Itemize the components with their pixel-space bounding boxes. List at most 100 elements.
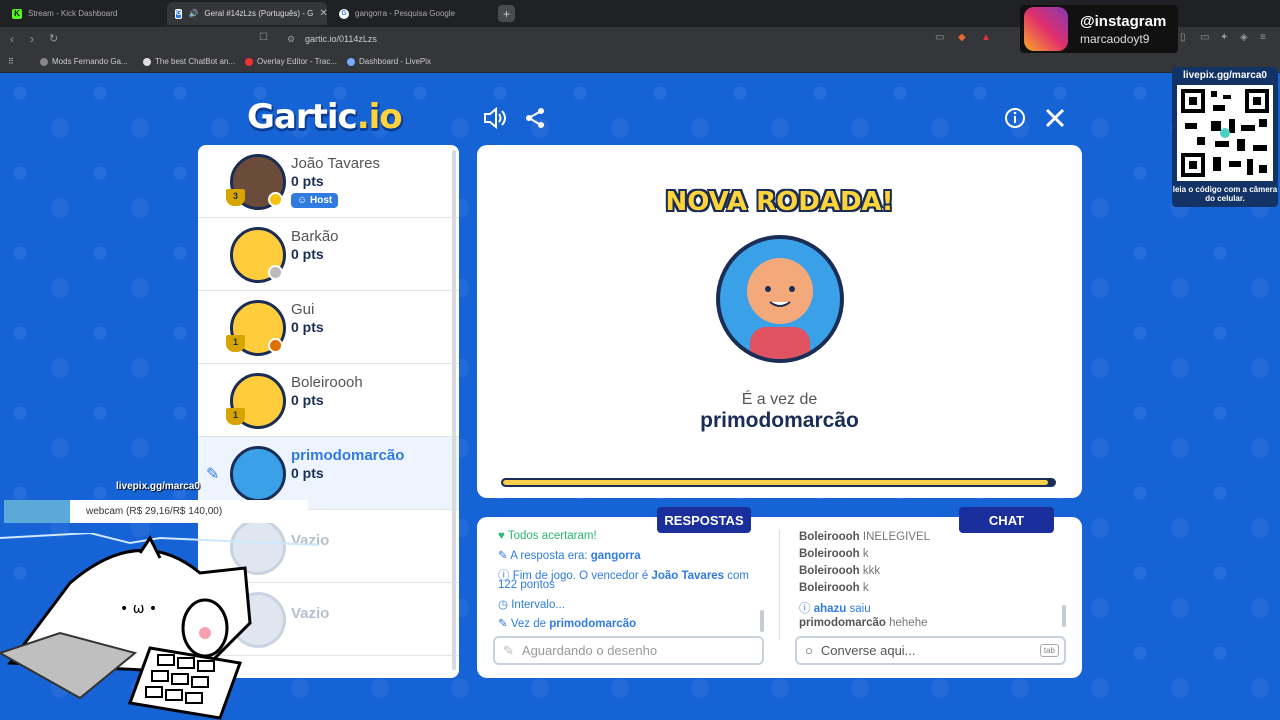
players-scrollbar[interactable] — [452, 150, 456, 670]
sound-icon[interactable] — [483, 106, 507, 133]
answer-message: ✎ A resposta era: gangorra — [498, 550, 641, 562]
kick-icon: K — [12, 8, 22, 19]
turn-label: É a vez de — [741, 391, 818, 408]
close-tab-icon[interactable]: ✕ — [319, 8, 327, 19]
round-title: NOVA RODADA! — [665, 187, 894, 217]
menu-icon[interactable]: ≡ — [1260, 32, 1266, 43]
drawer-avatar — [716, 235, 844, 363]
chat-scrollbar[interactable] — [1062, 605, 1066, 627]
status-dot — [268, 192, 283, 207]
answer-message: ◷ Intervalo... — [498, 599, 565, 611]
instagram-icon — [1024, 7, 1068, 51]
chat-header: CHAT — [959, 507, 1054, 533]
webcam-goal-bar: webcam (R$ 29,16/R$ 140,00) — [4, 500, 308, 523]
bookmarks-bar: ⠿ Mods Fernando Ga... The best ChatBot a… — [0, 53, 1280, 73]
tab-kick-dashboard[interactable]: K Stream - Kick Dashboard — [4, 2, 164, 25]
answer-message-line2: 122 pontos — [498, 579, 555, 591]
close-icon[interactable] — [1044, 107, 1066, 133]
svg-text:• ω •: • ω • — [120, 601, 157, 617]
player-row[interactable]: 3 João Tavares 0 pts ☺ Host — [198, 145, 459, 218]
status-dot — [268, 265, 283, 280]
rewards-icon[interactable]: ▲ — [981, 32, 991, 43]
instagram-label: @instagram — [1080, 13, 1167, 30]
qr-code — [1177, 85, 1273, 181]
answers-header: RESPOSTAS — [657, 507, 751, 533]
bookmark-livepix[interactable]: Dashboard - LivePix — [347, 57, 431, 66]
chat-message: primodomarcão hehehe — [799, 617, 928, 629]
qr-title: livepix.gg/marca0 — [1183, 70, 1267, 81]
player-row[interactable]: 1 Boleiroooh 0 pts — [198, 364, 459, 437]
answer-message: ✎ Vez de primodomarcão — [498, 618, 637, 630]
back-icon[interactable]: ‹ — [10, 32, 14, 46]
screen: { "browser": { "tabs": [ {"title": "Stre… — [0, 0, 1280, 720]
trophy-icon: 3 — [226, 189, 245, 206]
player-row[interactable]: Barkão 0 pts — [198, 218, 459, 291]
tab-key-hint: tab — [1039, 644, 1059, 657]
search-icon: ○ — [805, 643, 813, 658]
tab-google[interactable]: G gangorra - Pesquisa Google — [331, 2, 496, 25]
panel-divider — [779, 530, 780, 640]
chat-message: Boleiroooh k — [799, 548, 869, 560]
qr-caption: leia o código com a câmera do celular. — [1172, 185, 1278, 203]
answer-input[interactable]: ✎ Aguardando o desenho — [493, 636, 764, 665]
player-name: João Tavares — [291, 155, 380, 172]
player-avatar — [230, 446, 286, 502]
chat-message: Boleiroooh INELEGIVEL — [799, 531, 931, 543]
webcam-goal-label: webcam (R$ 29,16/R$ 140,00) — [86, 506, 223, 517]
chat-input[interactable]: ○ Converse aqui... tab — [795, 636, 1066, 665]
trophy-icon: 1 — [226, 335, 245, 352]
cast-icon[interactable]: ▭ — [935, 32, 944, 43]
wallet-icon[interactable]: ▭ — [1200, 32, 1209, 43]
livepix-qr-overlay: livepix.gg/marca0 leia o código com a câ… — [1172, 67, 1278, 207]
answers-scrollbar[interactable] — [760, 610, 764, 632]
vpn-icon[interactable]: ◈ — [1240, 32, 1248, 43]
host-badge: ☺ Host — [291, 193, 339, 208]
player-points: 0 pts — [291, 246, 324, 262]
livepix-link: livepix.gg/marca0 — [116, 481, 200, 492]
site-info-icon[interactable]: ⚙ — [287, 34, 295, 45]
answer-message: ♥ Todos acertaram! — [498, 530, 597, 542]
speaker-icon: 🔊 — [188, 9, 199, 18]
bookmark-icon[interactable]: ☐ — [259, 32, 268, 43]
player-name: Barkão — [291, 228, 339, 245]
reload-icon[interactable]: ↻ — [49, 32, 58, 45]
info-icon[interactable] — [1004, 107, 1026, 133]
pencil-icon: ✎ — [503, 642, 514, 658]
player-name: Boleiroooh — [291, 374, 363, 391]
gartic-logo: Gartic.io — [247, 97, 403, 137]
sidebar-icon[interactable]: ▯ — [1180, 32, 1186, 43]
bookmark-chatbot[interactable]: The best ChatBot an... — [143, 57, 235, 66]
pencil-icon: ✎ — [206, 466, 220, 483]
url-field[interactable]: gartic.io/0114zLzs — [305, 34, 377, 44]
player-name: Gui — [291, 301, 315, 318]
trophy-icon: 1 — [226, 408, 245, 425]
apps-icon[interactable]: ⠿ — [8, 57, 14, 66]
goal-progress-fill — [4, 500, 70, 523]
status-dot — [268, 338, 283, 353]
instagram-overlay: @instagram marcaodoyt9 — [1020, 5, 1178, 53]
player-row[interactable]: 1 Gui 0 pts — [198, 291, 459, 364]
player-points: 0 pts — [291, 465, 324, 481]
forward-icon[interactable]: › — [30, 32, 34, 46]
chat-message: Boleiroooh k — [799, 582, 869, 594]
google-icon: G — [339, 8, 349, 19]
player-name: primodomarcão — [291, 447, 405, 464]
tab-gartic[interactable]: G 🔊 Geral #14zLzs (Português) - G ✕ — [167, 2, 327, 25]
bongo-cat-overlay: • ω • — [0, 531, 319, 720]
player-points: 0 pts — [291, 173, 324, 189]
bookmark-mods[interactable]: Mods Fernando Ga... — [40, 57, 128, 66]
player-points: 0 pts — [291, 392, 324, 408]
extensions-icon[interactable]: ✦ — [1220, 32, 1228, 43]
bookmark-overlay[interactable]: Overlay Editor - Trac... — [245, 57, 337, 66]
share-icon[interactable] — [524, 107, 546, 133]
round-timer-fill — [503, 480, 1049, 485]
round-timer — [501, 478, 1056, 487]
brave-shield-icon[interactable]: ◆ — [958, 32, 966, 43]
new-tab-button[interactable]: + — [498, 5, 515, 22]
round-panel: NOVA RODADA! É a vez de primodomarcão — [477, 145, 1082, 498]
chat-system-message: ⓘ ahazu saiu — [799, 603, 871, 615]
instagram-user: marcaodoyt9 — [1080, 32, 1150, 46]
chat-message: Boleiroooh kkk — [799, 565, 881, 577]
player-points: 0 pts — [291, 319, 324, 335]
turn-player: primodomarcão — [700, 409, 859, 432]
